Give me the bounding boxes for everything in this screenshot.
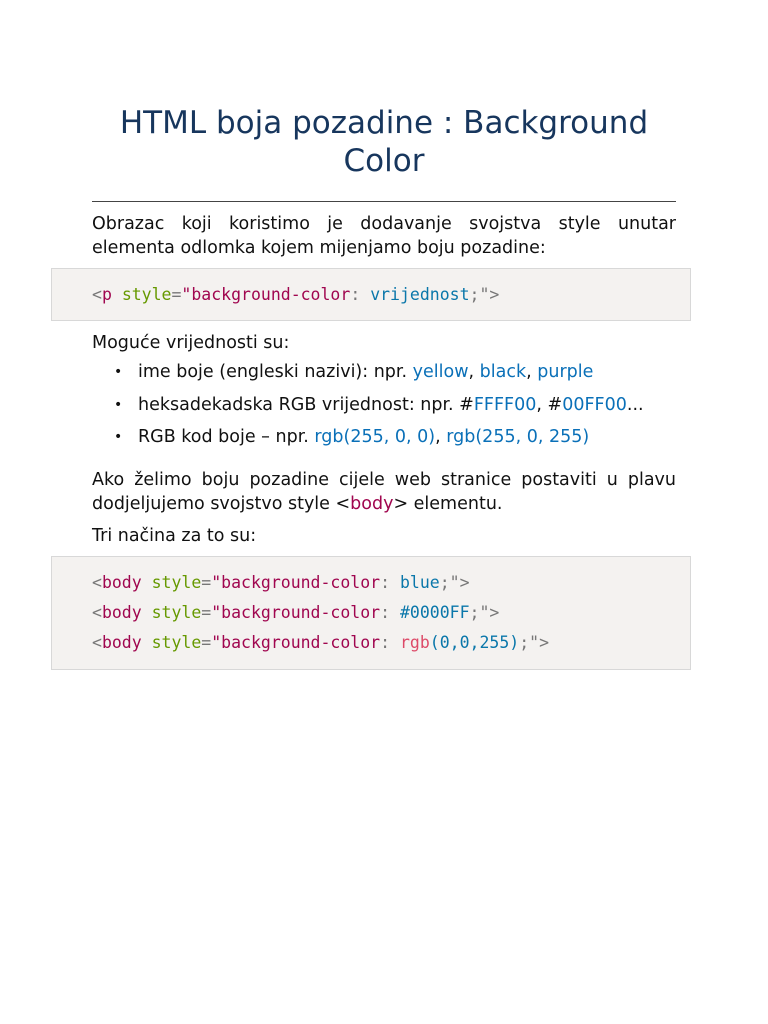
title-divider xyxy=(92,201,676,202)
code-token-punct: : xyxy=(380,573,400,592)
code-token-punct: = xyxy=(201,633,212,652)
code-token-punct: < xyxy=(92,573,102,592)
code-token-punct: < xyxy=(92,633,102,652)
body-paragraph: Ako želimo boju pozadine cijele web stra… xyxy=(92,468,676,516)
code-token-punct: : xyxy=(380,633,400,652)
code-token-punct: : xyxy=(380,603,400,622)
intro-paragraph: Obrazac koji koristimo je dodavanje svoj… xyxy=(92,214,676,258)
code-token-val: #0000FF xyxy=(399,603,470,622)
code-token-punct: = xyxy=(201,603,212,622)
code-token-str: "background-color xyxy=(211,633,381,652)
values-list: ime boje (engleski nazivi): npr. yellow,… xyxy=(92,360,644,458)
code-token-punct: = xyxy=(171,285,182,304)
three-ways-heading: Tri načina za to su: xyxy=(92,526,257,546)
code-token-tag: body xyxy=(101,573,152,592)
code-line: <body style="background-color: blue;"> xyxy=(92,568,690,598)
list-item-text: RGB kod boje – npr. xyxy=(138,427,315,447)
code-token-punct: : xyxy=(350,285,371,304)
example-value: rgb(255, 0, 255) xyxy=(446,427,590,447)
example-value: rgb(255, 0, 0) xyxy=(314,427,436,447)
example-value: 00FF00 xyxy=(562,394,627,415)
code-token-punct: ;"> xyxy=(519,633,550,652)
code-token-tag: body xyxy=(101,633,152,652)
code-token-punct: < xyxy=(92,603,102,622)
code-block-syntax: <p style="background-color: vrijednost;"… xyxy=(51,268,691,321)
code-token-tag: p xyxy=(101,285,122,304)
example-value: yellow xyxy=(412,362,469,382)
code-token-punct: = xyxy=(201,573,212,592)
code-token-tag: body xyxy=(101,603,152,622)
separator: , xyxy=(526,362,538,382)
separator: , # xyxy=(536,394,563,415)
code-token-val: vrijednost xyxy=(370,285,470,304)
list-item-suffix: ... xyxy=(626,394,644,415)
body-tag-text: body xyxy=(350,494,394,514)
example-value: FFFF00 xyxy=(473,394,537,415)
list-item: RGB kod boje – npr. rgb(255, 0, 0), rgb(… xyxy=(92,425,644,458)
code-line: <body style="background-color: rgb(0,0,2… xyxy=(92,628,690,658)
code-token-punct: ;"> xyxy=(469,285,500,304)
code-token-attr: style xyxy=(121,285,172,304)
code-token-fn: rgb xyxy=(399,633,430,652)
separator: , xyxy=(468,362,480,382)
code-token-punct: ;"> xyxy=(469,603,500,622)
values-heading: Moguće vrijednosti su: xyxy=(92,333,290,353)
code-block-examples: <body style="background-color: blue;"> <b… xyxy=(51,556,691,670)
para-text-end: > elementu. xyxy=(393,494,503,514)
list-item: heksadekadska RGB vrijednost: npr. #FFFF… xyxy=(92,393,644,426)
code-line: <p style="background-color: vrijednost;"… xyxy=(92,280,690,310)
code-token-punct: < xyxy=(92,285,102,304)
list-item-text: heksadekadska RGB vrijednost: npr. # xyxy=(138,394,474,415)
code-token-str: "background-color xyxy=(211,573,381,592)
code-token-val: blue xyxy=(399,573,440,592)
example-value: purple xyxy=(537,362,594,382)
code-token-str: "background-color xyxy=(181,285,351,304)
code-line: <body style="background-color: #0000FF;"… xyxy=(92,598,690,628)
code-token-punct: ;"> xyxy=(439,573,470,592)
list-item: ime boje (engleski nazivi): npr. yellow,… xyxy=(92,360,644,393)
list-item-text: ime boje (engleski nazivi): npr. xyxy=(138,362,413,382)
code-token-attr: style xyxy=(151,603,202,622)
code-token-str: "background-color xyxy=(211,603,381,622)
code-token-val: (0,0,255) xyxy=(429,633,520,652)
example-value: black xyxy=(479,362,527,382)
code-token-attr: style xyxy=(151,633,202,652)
page-title: HTML boja pozadine : Background Color xyxy=(119,105,649,179)
separator: , xyxy=(435,427,447,447)
code-token-attr: style xyxy=(151,573,202,592)
